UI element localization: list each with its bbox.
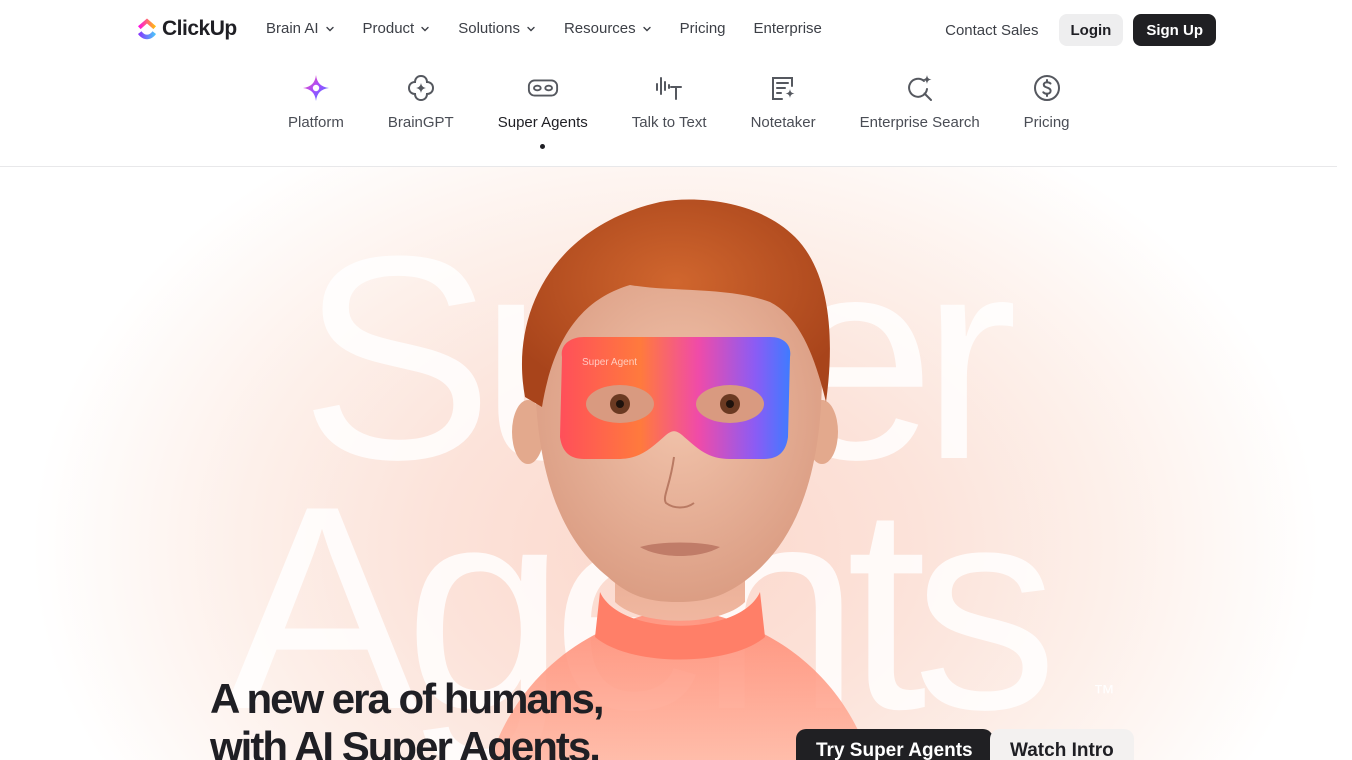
menu-brain-ai[interactable]: Brain AI: [266, 20, 335, 37]
menu-label: Product: [362, 20, 415, 37]
subnav-label: Notetaker: [750, 114, 816, 131]
page-edge: [1337, 167, 1352, 760]
sparkle-icon: [300, 72, 332, 104]
subnav-braingpt[interactable]: BrainGPT: [366, 72, 476, 131]
subnav-label: Platform: [288, 114, 344, 131]
chevron-down-icon: [642, 26, 651, 31]
chevron-down-icon: [421, 26, 429, 31]
mask-icon: [527, 72, 559, 104]
menu-pricing[interactable]: Pricing: [680, 20, 726, 37]
menu-label: Enterprise: [753, 20, 822, 37]
brain-flower-icon: [405, 72, 437, 104]
subnav-enterprise-search[interactable]: Enterprise Search: [838, 72, 1002, 131]
audio-text-icon: [653, 72, 685, 104]
menu-enterprise[interactable]: Enterprise: [754, 20, 822, 37]
header-actions: Contact Sales Login Sign Up: [945, 14, 1216, 46]
headline-line-1: A new era of humans,: [210, 675, 605, 722]
menu-solutions[interactable]: Solutions: [458, 20, 536, 37]
try-super-agents-button[interactable]: Try Super Agents: [796, 729, 993, 760]
chevron-down-icon: [325, 26, 334, 31]
active-indicator: [540, 144, 546, 149]
watch-intro-button[interactable]: Watch Intro: [990, 729, 1134, 760]
menu-resources[interactable]: Resources: [564, 20, 652, 37]
signup-button[interactable]: Sign Up: [1133, 14, 1216, 46]
menu-label: Solutions: [458, 20, 520, 37]
clickup-logo-icon: [138, 18, 156, 40]
logo-text: ClickUp: [162, 17, 237, 40]
subnav-super-agents[interactable]: Super Agents: [476, 72, 610, 149]
product-subnav: Platform BrainGPT Super Agents Talk to T…: [0, 60, 1337, 167]
subnav-label: Pricing: [1023, 114, 1070, 131]
hero-section: Super Agents ™: [0, 167, 1352, 760]
trademark-symbol: ™: [1093, 680, 1115, 705]
note-sparkle-icon: [767, 72, 799, 104]
subnav-label: Enterprise Search: [859, 114, 980, 131]
subnav-label: BrainGPT: [387, 114, 454, 131]
subnav-platform[interactable]: Platform: [266, 72, 366, 131]
menu-product[interactable]: Product: [363, 20, 431, 37]
dollar-circle-icon: [1031, 72, 1063, 104]
headline-line-2: with AI Super Agents.: [210, 723, 601, 760]
top-navigation: ClickUp Brain AI Product Solutions Resou…: [0, 0, 1352, 60]
menu-label: Brain AI: [266, 20, 319, 37]
mask-label: Super Agent: [582, 357, 637, 368]
subnav-label: Super Agents: [497, 114, 588, 131]
chevron-down-icon: [527, 26, 535, 31]
clickup-logo[interactable]: ClickUp: [136, 17, 237, 41]
menu-label: Resources: [563, 20, 636, 37]
menu-label: Pricing: [679, 20, 726, 37]
subnav-pricing[interactable]: Pricing: [1002, 72, 1092, 131]
subnav-talk-to-text[interactable]: Talk to Text: [610, 72, 729, 131]
login-button[interactable]: Login: [1058, 14, 1124, 46]
subnav-notetaker[interactable]: Notetaker: [729, 72, 838, 131]
contact-sales-link[interactable]: Contact Sales: [945, 22, 1038, 39]
main-menu: Brain AI Product Solutions Resources Pri…: [266, 20, 850, 37]
search-sparkle-icon: [904, 72, 936, 104]
subnav-label: Talk to Text: [631, 114, 707, 131]
hero-headline: A new era of humans, with AI Super Agent…: [210, 675, 605, 760]
